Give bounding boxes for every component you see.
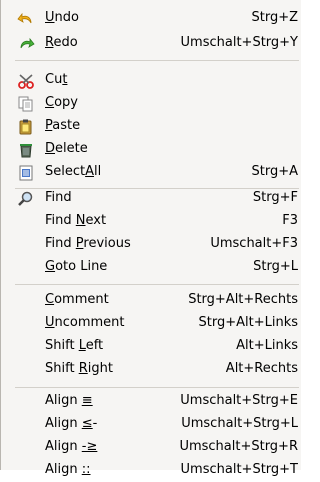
menu-item-goto-line[interactable]: Goto Line Strg+L — [1, 256, 301, 279]
menu-item-undo[interactable]: Undo Strg+Z — [1, 7, 301, 30]
menu-item-copy[interactable]: Copy — [1, 92, 301, 115]
shortcut-select-all: Strg+A — [251, 164, 298, 179]
shortcut-find-previous: Umschalt+F3 — [210, 236, 298, 251]
menu-separator — [15, 387, 299, 388]
shortcut-shift-right: Alt+Rechts — [225, 361, 298, 376]
redo-icon — [17, 35, 35, 53]
cut-icon — [17, 72, 35, 90]
menu-item-paste[interactable]: Paste — [1, 115, 301, 138]
menu-item-uncomment[interactable]: Uncomment Strg+Alt+Links — [1, 312, 301, 335]
menu-item-find-previous[interactable]: Find Previous Umschalt+F3 — [1, 233, 301, 256]
shortcut-align-equal: Umschalt+Strg+E — [180, 393, 298, 408]
select-all-icon — [17, 164, 35, 182]
menu-item-align-equal[interactable]: Align ≡ Umschalt+Strg+E — [1, 390, 301, 413]
shortcut-uncomment: Strg+Alt+Links — [198, 315, 299, 330]
menu-separator — [15, 284, 299, 285]
menu-item-comment[interactable]: Comment Strg+Alt+Rechts — [1, 289, 301, 312]
shortcut-find: Strg+F — [252, 190, 298, 205]
menu-item-find[interactable]: Find Strg+F — [1, 187, 301, 210]
copy-icon — [17, 95, 35, 113]
menu-item-align-left-arrow[interactable]: Align ≤- Umschalt+Strg+L — [1, 413, 301, 436]
menu-item-delete[interactable]: Delete — [1, 138, 301, 161]
menu-item-shift-right[interactable]: Shift Right Alt+Rechts — [1, 358, 301, 381]
shortcut-shift-left: Alt+Links — [236, 338, 298, 353]
paste-icon — [17, 118, 35, 136]
shortcut-align-right-arrow: Umschalt+Strg+R — [179, 439, 298, 454]
shortcut-align-left-arrow: Umschalt+Strg+L — [181, 416, 298, 431]
menu-item-redo[interactable]: Redo Umschalt+Strg+Y — [1, 32, 301, 55]
find-icon — [17, 190, 35, 208]
menu-item-align-right-arrow[interactable]: Align -≥ Umschalt+Strg+R — [1, 436, 301, 459]
menu-item-cut[interactable]: Cut — [1, 69, 301, 92]
shortcut-find-next: F3 — [282, 213, 298, 228]
delete-icon — [17, 141, 35, 159]
shortcut-redo: Umschalt+Strg+Y — [180, 35, 298, 50]
menu-separator — [15, 60, 299, 61]
menu-item-align-colons[interactable]: Align :: Umschalt+Strg+T — [1, 459, 301, 482]
shortcut-goto-line: Strg+L — [253, 259, 298, 274]
shortcut-comment: Strg+Alt+Rechts — [188, 292, 298, 307]
edit-context-menu: Undo Strg+Z Redo Umschalt+Strg+Y Cut Cop… — [0, 0, 301, 477]
menu-item-shift-left[interactable]: Shift Left Alt+Links — [1, 335, 301, 358]
menu-item-select-all[interactable]: SelectAll Strg+A — [1, 161, 301, 184]
shortcut-undo: Strg+Z — [251, 10, 298, 25]
menu-item-find-next[interactable]: Find Next F3 — [1, 210, 301, 233]
undo-icon — [17, 10, 35, 28]
